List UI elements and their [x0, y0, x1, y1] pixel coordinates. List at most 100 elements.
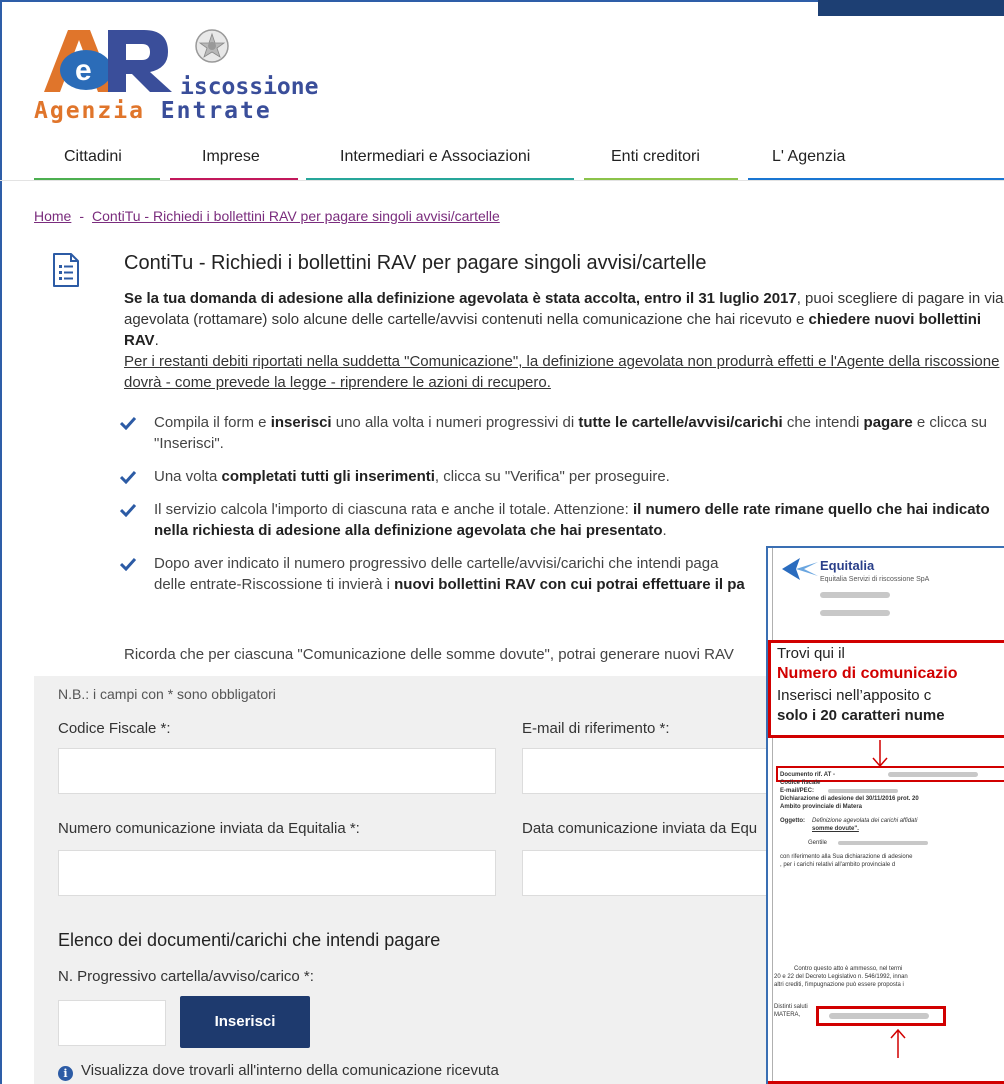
- bullet-text: Dopo aver indicato il numero progressivo…: [154, 555, 719, 572]
- main-navigation: Cittadini Imprese Intermediari e Associa…: [34, 142, 1004, 180]
- overlay-margin-line: [772, 548, 773, 1084]
- checkmark-icon: [120, 416, 136, 430]
- overlay-brand: Equitalia: [820, 558, 875, 573]
- arrow-down-icon: [872, 740, 888, 768]
- arrow-up-icon: [890, 1028, 906, 1058]
- overlay-line-4: solo i 20 caratteri nume: [777, 707, 945, 724]
- overlay-oggetto-text: Definizione agevolata dei carichi affida…: [812, 818, 918, 824]
- nav-item-label: Cittadini: [64, 148, 122, 165]
- overlay-decreto: 20 e 22 del Decreto Legislativo n. 546/1…: [774, 974, 908, 980]
- breadcrumb-current-link[interactable]: ContiTu - Richiedi i bollettini RAV per …: [92, 208, 500, 224]
- communication-sample-overlay: Equitalia Equitalia Servizi di riscossio…: [766, 546, 1004, 1084]
- nav-item-intermediari[interactable]: Intermediari e Associazioni: [306, 142, 574, 180]
- overlay-line-2: Numero di comunicazio: [777, 665, 958, 682]
- republic-emblem-icon: [195, 29, 229, 63]
- overlay-distinti: Distinti saluti: [774, 1004, 808, 1010]
- bullet-bold: inserisci: [270, 414, 332, 431]
- bullet-text: Compila il form e: [154, 414, 271, 431]
- nav-item-label: Enti creditori: [611, 148, 700, 165]
- logo-text-agenzia-entrate: Agenzia Entrate: [34, 98, 272, 124]
- bullet-text: uno alla volta i numeri progressivi di: [331, 414, 579, 431]
- nav-item-cittadini[interactable]: Cittadini: [34, 142, 160, 180]
- intro-text-span: .: [154, 332, 159, 349]
- nav-item-enti-creditori[interactable]: Enti creditori: [584, 142, 738, 180]
- overlay-oggetto-label: Oggetto:: [780, 818, 805, 824]
- overlay-email: E-mail/PEC:: [780, 788, 815, 794]
- bullet-bold: tutte le cartelle/avvisi/carichi: [578, 414, 783, 431]
- overlay-dichiarazione: Dichiarazione di adesione del 30/11/2016…: [780, 796, 919, 802]
- progressivo-label: N. Progressivo cartella/avviso/carico *:: [58, 968, 314, 985]
- bullet-text: Una volta: [154, 468, 222, 485]
- nav-item-label: Imprese: [202, 148, 260, 165]
- rav-note: Ricorda che per ciascuna "Comunicazione …: [124, 646, 734, 663]
- bullet-text: .: [662, 522, 667, 539]
- bullet-text: che intendi: [782, 414, 864, 431]
- numero-comunicazione-label: Numero comunicazione inviata da Equitali…: [58, 820, 360, 837]
- bullet-text: , clicca su "Verifica" per proseguire.: [434, 468, 670, 485]
- overlay-riferimento2: , per i carichi relativi all'ambito prov…: [780, 862, 896, 868]
- overlay-doc-ref: Documento rif. AT -: [780, 772, 835, 778]
- logo-text-entrate: Entrate: [160, 98, 272, 124]
- logo-text-riscossione: iscossione: [180, 74, 319, 100]
- overlay-brand-sub: Equitalia Servizi di riscossione SpA: [820, 576, 930, 583]
- bullet-bold: nuovi bollettini RAV con cui potrai effe…: [394, 576, 745, 593]
- breadcrumb-separator: -: [79, 208, 85, 224]
- required-fields-note: N.B.: i campi con * sono obbligatori: [58, 686, 276, 702]
- inserisci-button[interactable]: Inserisci: [180, 996, 310, 1048]
- codice-fiscale-label: Codice Fiscale *:: [58, 720, 171, 737]
- top-bar-edge: [818, 0, 1004, 16]
- nav-item-imprese[interactable]: Imprese: [170, 142, 298, 180]
- info-link-text: Visualizza dove trovarli all'interno del…: [81, 1062, 499, 1079]
- breadcrumb-home-link[interactable]: Home: [34, 208, 71, 224]
- matera-number-highlight: [816, 1006, 946, 1026]
- header-divider: [0, 180, 1004, 181]
- numero-comunicazione-input[interactable]: [58, 850, 496, 896]
- overlay-line-1: Trovi qui il: [777, 645, 845, 662]
- overlay-oggetto-text2: somme dovute".: [812, 826, 859, 832]
- page-title: ContiTu - Richiedi i bollettini RAV per …: [124, 252, 707, 274]
- redacted-text: [888, 772, 978, 777]
- overlay-riferimento: con riferimento alla Sua dichiarazione d…: [780, 854, 913, 860]
- redacted-text: [838, 841, 928, 845]
- list-item: Una volta completati tutti gli inserimen…: [120, 466, 1004, 487]
- document-list-icon: [53, 253, 79, 287]
- info-link-where-to-find[interactable]: i Visualizza dove trovarli all'interno de…: [58, 1062, 499, 1081]
- nav-item-label: L' Agenzia: [772, 148, 846, 165]
- list-item: Il servizio calcola l'importo di ciascun…: [120, 499, 1004, 541]
- redacted-text: [828, 789, 898, 793]
- overlay-gentile: Gentile: [808, 840, 828, 846]
- overlay-crediti: altri crediti, l'impugnazione può essere…: [774, 982, 904, 988]
- info-icon: i: [58, 1066, 73, 1081]
- checkmark-icon: [120, 470, 136, 484]
- intro-underlined-paragraph: Per i restanti debiti riportati nella su…: [124, 353, 1000, 391]
- data-comunicazione-label: Data comunicazione inviata da Equ: [522, 820, 758, 837]
- redacted-text: [829, 1013, 929, 1019]
- nav-item-label: Intermediari e Associazioni: [340, 148, 531, 165]
- intro-bold-deadline: Se la tua domanda di adesione alla defin…: [124, 290, 797, 307]
- logo-text-agenzia: Agenzia: [34, 98, 161, 124]
- bullet-text: Il servizio calcola l'importo di ciascun…: [154, 501, 633, 518]
- redacted-text: [820, 610, 890, 616]
- checkmark-icon: [120, 557, 136, 571]
- codice-fiscale-input[interactable]: [58, 748, 496, 794]
- overlay-matera: MATERA,: [774, 1012, 801, 1018]
- nav-item-agenzia[interactable]: L' Agenzia: [748, 142, 1004, 180]
- overlay-line-3: Inserisci nell’apposito c: [777, 687, 932, 704]
- progressivo-input[interactable]: [58, 1000, 166, 1046]
- list-item: Compila il form e inserisci uno alla vol…: [120, 412, 1004, 454]
- intro-paragraph: Se la tua domanda di adesione alla defin…: [124, 288, 1004, 351]
- intro-text: Se la tua domanda di adesione alla defin…: [124, 288, 1004, 393]
- overlay-ambito: Ambito provinciale di Matera: [780, 804, 863, 810]
- overlay-codice: Codice fiscale: [780, 780, 821, 786]
- agenzia-entrate-riscossione-logo[interactable]: e iscossione Agenzia Entrate: [34, 18, 334, 128]
- bullet-text: delle entrate-Riscossione ti invierà i: [154, 576, 395, 593]
- documents-section-title: Elenco dei documenti/carichi che intendi…: [58, 930, 441, 950]
- checkmark-icon: [120, 503, 136, 517]
- email-label: E-mail di riferimento *:: [522, 720, 670, 737]
- breadcrumb: Home - ContiTu - Richiedi i bollettini RAV…: [34, 208, 500, 224]
- redacted-text: [820, 592, 890, 598]
- equitalia-logo-icon: [782, 558, 818, 580]
- overlay-contro: Contro questo atto è ammesso, nel termi: [794, 966, 903, 972]
- bullet-bold: pagare: [863, 414, 913, 431]
- highlight-box: Trovi qui il Numero di comunicazio Inser…: [768, 640, 1004, 738]
